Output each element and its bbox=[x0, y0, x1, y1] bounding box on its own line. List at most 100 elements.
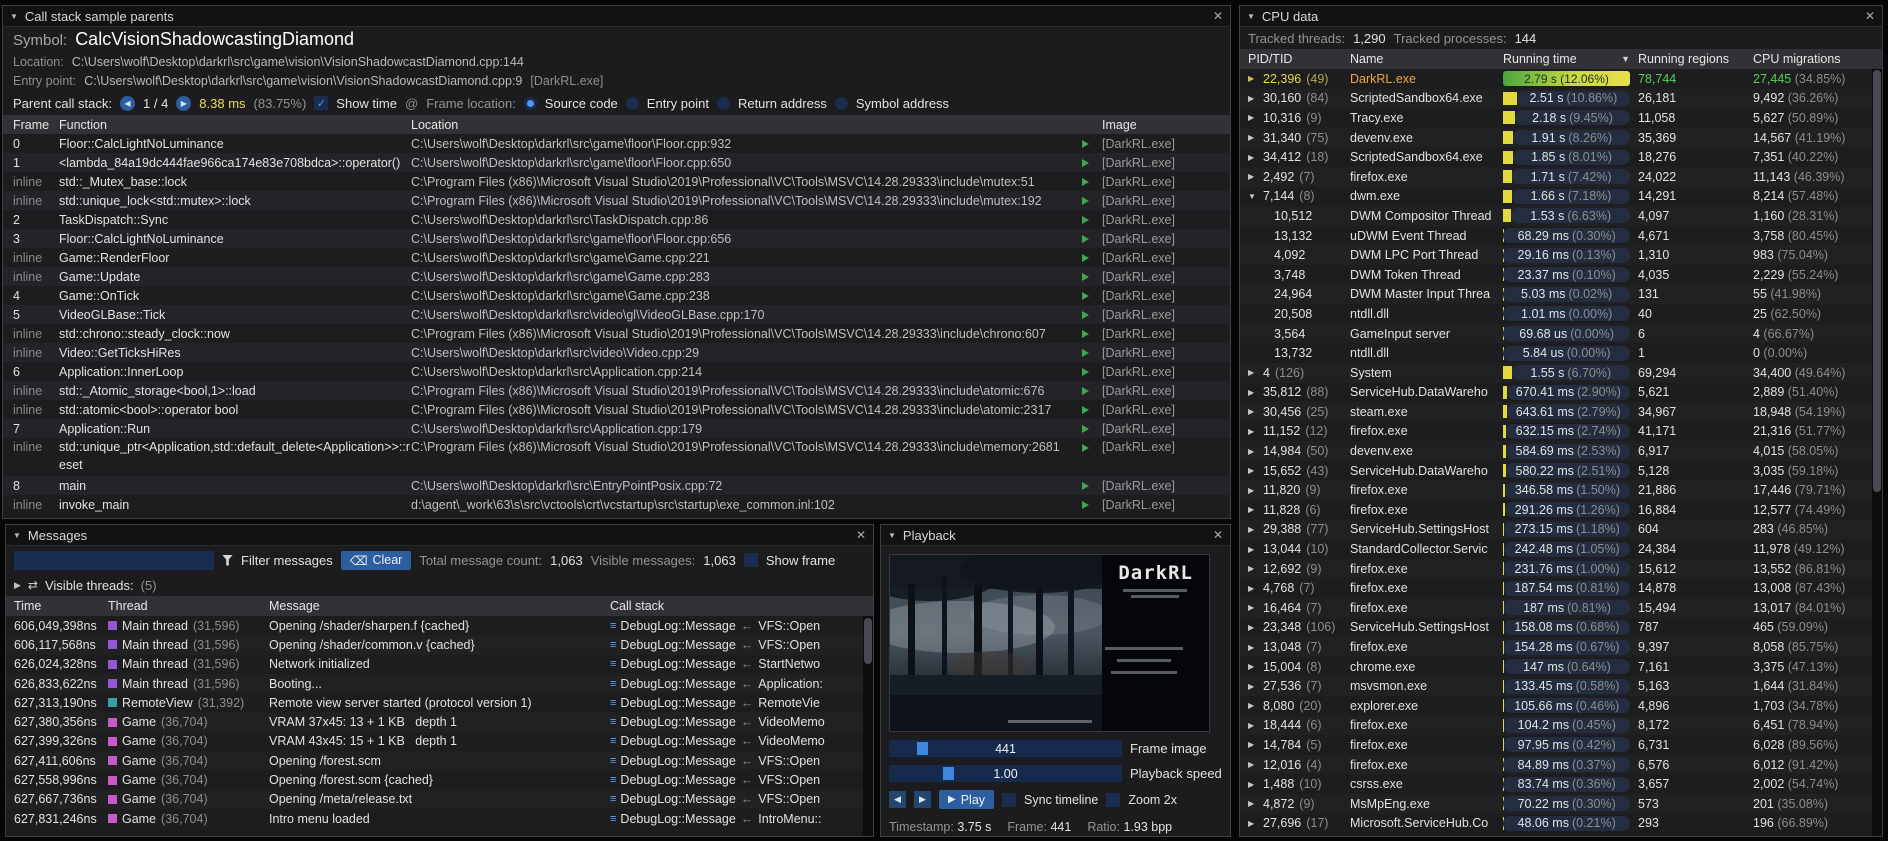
cpu-row[interactable]: 20,508ntdll.dll1.01 ms(0.00%)4025 (62.50… bbox=[1240, 304, 1882, 324]
cpu-row[interactable]: 10,512DWM Compositor Thread1.53 s(6.63%)… bbox=[1240, 206, 1882, 226]
cpu-row[interactable]: 13,732ntdll.dll5.84 us(0.00%)10 (0.00%) bbox=[1240, 343, 1882, 363]
message-row[interactable]: 627,411,606nsGame(36,704)Opening /forest… bbox=[6, 751, 873, 770]
open-source-icon[interactable] bbox=[1082, 267, 1102, 286]
frame-row[interactable]: inlinestd::atomic<bool>::operator boolC:… bbox=[3, 400, 1230, 419]
collapse-icon[interactable]: ▼ bbox=[1247, 12, 1255, 21]
frame-row[interactable]: inlinestd::chrono::steady_clock::nowC:\P… bbox=[3, 324, 1230, 343]
show-time-checkbox[interactable] bbox=[314, 96, 328, 110]
cpu-row[interactable]: ▶15,652(43)ServiceHub.DataWareho580.22 m… bbox=[1240, 461, 1882, 481]
frame-row[interactable]: 2TaskDispatch::SyncC:\Users\wolf\Desktop… bbox=[3, 210, 1230, 229]
open-source-icon[interactable] bbox=[1082, 172, 1102, 191]
message-filter-input[interactable] bbox=[14, 551, 214, 570]
zoom-checkbox[interactable] bbox=[1106, 793, 1120, 807]
cpu-row[interactable]: ▶11,820(9)firefox.exe346.58 ms(1.50%)21,… bbox=[1240, 480, 1882, 500]
clear-button[interactable]: ⌫ Clear bbox=[341, 551, 412, 570]
frame-row[interactable]: 7Application::RunC:\Users\wolf\Desktop\d… bbox=[3, 419, 1230, 438]
cpu-row[interactable]: ▶12,016(4)firefox.exe84.89 ms(0.37%)6,57… bbox=[1240, 755, 1882, 775]
expand-icon[interactable]: ▶ bbox=[1248, 721, 1258, 730]
expand-icon[interactable]: ▶ bbox=[1248, 643, 1258, 652]
frame-row[interactable]: inlineVideo::GetTicksHiResC:\Users\wolf\… bbox=[3, 343, 1230, 362]
callstack-titlebar[interactable]: ▼ Call stack sample parents ✕ bbox=[3, 6, 1230, 27]
playback-titlebar[interactable]: ▼ Playback ✕ bbox=[881, 525, 1230, 546]
cpu-row[interactable]: 4,092DWM LPC Port Thread29.16 ms(0.13%)1… bbox=[1240, 245, 1882, 265]
visible-threads-row[interactable]: ▶ ⇄ Visible threads: (5) bbox=[6, 574, 873, 596]
radio-source-code[interactable] bbox=[524, 97, 537, 110]
callstack-cell[interactable]: ≡DebugLog::Message←VFS::Open bbox=[610, 619, 861, 633]
messages-titlebar[interactable]: ▼ Messages ✕ bbox=[6, 525, 873, 546]
frame-row[interactable]: 5VideoGLBase::TickC:\Users\wolf\Desktop\… bbox=[3, 305, 1230, 324]
expand-icon[interactable]: ▶ bbox=[1248, 133, 1258, 142]
frame-row[interactable]: 6Application::InnerLoopC:\Users\wolf\Des… bbox=[3, 362, 1230, 381]
callstack-cell[interactable]: ≡DebugLog::Message←IntroMenu:: bbox=[610, 812, 861, 826]
expand-icon[interactable]: ▶ bbox=[1248, 505, 1258, 514]
message-row[interactable]: 627,667,736nsGame(36,704)Opening /meta/r… bbox=[6, 790, 873, 809]
message-row[interactable]: 626,833,622nsMain thread(31,596)Booting.… bbox=[6, 674, 873, 693]
expand-icon[interactable]: ▶ bbox=[1248, 447, 1258, 456]
expand-icon[interactable]: ▶ bbox=[1248, 701, 1258, 710]
close-icon[interactable]: ✕ bbox=[1213, 9, 1223, 23]
column-header-running-time[interactable]: Running time ▼ bbox=[1503, 49, 1638, 69]
frame-row[interactable]: inlinestd::unique_lock<std::mutex>::lock… bbox=[3, 191, 1230, 210]
expand-icon[interactable]: ▶ bbox=[1248, 74, 1258, 83]
callstack-cell[interactable]: ≡DebugLog::Message←VFS::Open bbox=[610, 792, 861, 806]
frame-row[interactable]: inlinestd::_Mutex_base::lockC:\Program F… bbox=[3, 172, 1230, 191]
expand-icon[interactable]: ▶ bbox=[1248, 466, 1258, 475]
expand-icon[interactable]: ▶ bbox=[1248, 662, 1258, 671]
cpu-row[interactable]: ▶27,696(17)Microsoft.ServiceHub.Co48.06 … bbox=[1240, 814, 1882, 834]
expand-icon[interactable]: ▶ bbox=[1248, 172, 1258, 181]
expand-icon[interactable]: ▶ bbox=[1248, 682, 1258, 691]
open-source-icon[interactable] bbox=[1082, 419, 1102, 438]
frame-image[interactable]: DarkRL bbox=[889, 554, 1210, 732]
cpu-row[interactable]: ▶35,812(88)ServiceHub.DataWareho670.41 m… bbox=[1240, 383, 1882, 403]
cpu-row[interactable]: ▶15,004(8)chrome.exe147 ms(0.64%)7,1613,… bbox=[1240, 657, 1882, 677]
cpu-titlebar[interactable]: ▼ CPU data ✕ bbox=[1240, 6, 1882, 27]
message-row[interactable]: 627,558,996nsGame(36,704)Opening /forest… bbox=[6, 770, 873, 789]
cpu-scrollbar[interactable] bbox=[1872, 69, 1882, 836]
cpu-row[interactable]: ▶14,784(5)firefox.exe97.95 ms(0.42%)6,73… bbox=[1240, 735, 1882, 755]
speed-slider[interactable]: 1.00 bbox=[889, 765, 1122, 782]
expand-icon[interactable]: ▶ bbox=[1248, 388, 1258, 397]
cpu-row[interactable]: 13,132uDWM Event Thread68.29 ms(0.30%)4,… bbox=[1240, 226, 1882, 246]
callstack-cell[interactable]: ≡DebugLog::Message←VFS::Open bbox=[610, 754, 861, 768]
open-source-icon[interactable] bbox=[1082, 495, 1102, 514]
message-row[interactable]: 627,380,356nsGame(36,704)VRAM 37x45: 13 … bbox=[6, 712, 873, 731]
message-row[interactable]: 626,024,328nsMain thread(31,596)Network … bbox=[6, 655, 873, 674]
frame-row[interactable]: 3Floor::CalcLightNoLuminanceC:\Users\wol… bbox=[3, 229, 1230, 248]
frame-slider[interactable]: 441 bbox=[889, 740, 1122, 757]
message-row[interactable]: 606,117,568nsMain thread(31,596)Opening … bbox=[6, 635, 873, 654]
expand-icon[interactable]: ▼ bbox=[1248, 192, 1258, 201]
scrollbar-thumb[interactable] bbox=[1873, 70, 1881, 492]
cpu-row[interactable]: ▶10,316(9)Tracy.exe2.18 s(9.45%)11,0585,… bbox=[1240, 108, 1882, 128]
collapse-icon[interactable]: ▼ bbox=[13, 531, 21, 540]
next-frame-button[interactable]: ▶ bbox=[914, 791, 931, 808]
close-icon[interactable]: ✕ bbox=[1865, 9, 1875, 23]
cpu-row[interactable]: ▶1,488(10)csrss.exe83.74 ms(0.36%)3,6572… bbox=[1240, 774, 1882, 794]
message-row[interactable]: 606,049,398nsMain thread(31,596)Opening … bbox=[6, 616, 873, 635]
sync-timeline-checkbox[interactable] bbox=[1002, 793, 1016, 807]
expand-icon[interactable]: ▶ bbox=[1248, 486, 1258, 495]
expand-icon[interactable]: ▶ bbox=[1248, 525, 1258, 534]
cpu-row[interactable]: ▶23,348(106)ServiceHub.SettingsHost158.0… bbox=[1240, 618, 1882, 638]
open-source-icon[interactable] bbox=[1082, 286, 1102, 305]
cpu-row[interactable]: ▶11,828(6)firefox.exe291.26 ms(1.26%)16,… bbox=[1240, 500, 1882, 520]
scrollbar-thumb[interactable] bbox=[864, 618, 872, 664]
cpu-row[interactable]: ▶11,152(12)firefox.exe632.15 ms(2.74%)41… bbox=[1240, 422, 1882, 442]
cpu-row[interactable]: ▶22,396(49)DarkRL.exe2.79 s (12.06%)78,7… bbox=[1240, 69, 1882, 89]
expand-icon[interactable]: ▶ bbox=[1248, 603, 1258, 612]
frame-row[interactable]: inlinestd::unique_ptr<Application,std::d… bbox=[3, 438, 1230, 476]
frame-row[interactable]: inlineinvoke_maind:\agent\_work\63\s\src… bbox=[3, 495, 1230, 514]
cpu-row[interactable]: 3,748DWM Token Thread23.37 ms(0.10%)4,03… bbox=[1240, 265, 1882, 285]
expand-icon[interactable]: ▶ bbox=[1248, 113, 1258, 122]
frame-row[interactable]: 8mainC:\Users\wolf\Desktop\darkrl\src\En… bbox=[3, 476, 1230, 495]
frame-row[interactable]: inlineGame::UpdateC:\Users\wolf\Desktop\… bbox=[3, 267, 1230, 286]
expand-icon[interactable]: ▶ bbox=[1248, 819, 1258, 828]
expand-icon[interactable]: ▶ bbox=[1248, 407, 1258, 416]
cpu-row[interactable]: ▶31,340(75)devenv.exe1.91 s(8.26%)35,369… bbox=[1240, 128, 1882, 148]
cpu-row[interactable]: ▶12,692(9)firefox.exe231.76 ms(1.00%)15,… bbox=[1240, 559, 1882, 579]
expand-icon[interactable]: ▶ bbox=[1248, 799, 1258, 808]
messages-scrollbar[interactable] bbox=[863, 616, 873, 836]
callstack-cell[interactable]: ≡DebugLog::Message←StartNetwo bbox=[610, 657, 861, 671]
cpu-row[interactable]: ▶30,456(25)steam.exe643.61 ms(2.79%)34,9… bbox=[1240, 402, 1882, 422]
frame-row[interactable]: 4Game::OnTickC:\Users\wolf\Desktop\darkr… bbox=[3, 286, 1230, 305]
close-icon[interactable]: ✕ bbox=[856, 528, 866, 542]
